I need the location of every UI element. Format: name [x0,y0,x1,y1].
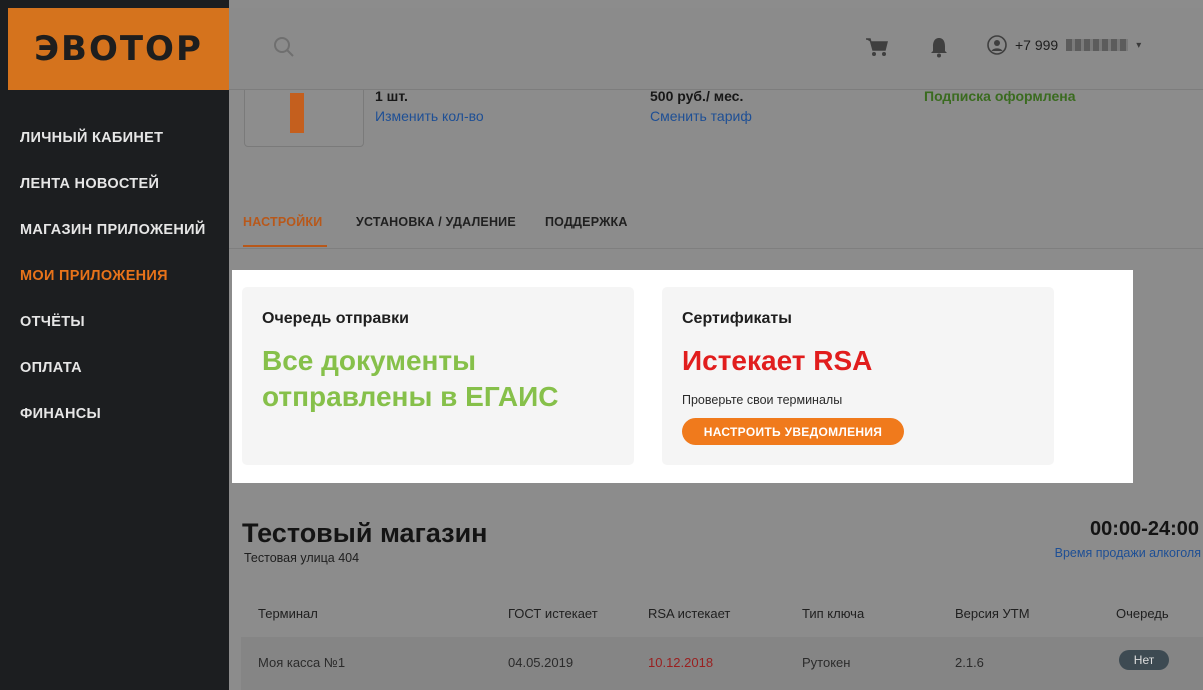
alcohol-sales-time-link[interactable]: Время продажи алкоголя [1055,546,1201,560]
column-header-utm-version: Версия УТМ [955,606,1030,621]
sidebar-item-payment[interactable]: ОПЛАТА [0,348,229,394]
user-circle-icon [987,35,1007,55]
sidebar-item-reports[interactable]: ОТЧЁТЫ [0,302,229,348]
certificates-card-title: Сертификаты [682,310,792,327]
column-header-gost-expires: ГОСТ истекает [508,606,598,621]
store-name: Тестовый магазин [242,518,488,548]
subscription-status: Подписка оформлена [924,88,1076,104]
app-logo-icon [290,93,304,133]
column-header-terminal: Терминал [258,606,318,621]
cell-gost-expires: 04.05.2019 [508,655,574,670]
queue-card-title: Очередь отправки [262,310,409,327]
main-content: 1 шт. Изменить кол-во 500 руб./ мес. Сме… [229,0,1203,690]
queue-status-badge: Нет [1119,650,1169,670]
certificates-card: Сертификаты Истекает RSA Проверьте свои … [662,287,1054,465]
store-address: Тестовая улица 404 [244,551,360,565]
sidebar-item-personal-account[interactable]: ЛИЧНЫЙ КАБИНЕТ [0,118,229,164]
change-tariff-link[interactable]: Сменить тариф [650,108,752,124]
change-quantity-link[interactable]: Изменить кол-во [375,108,484,124]
search-icon[interactable] [273,36,295,58]
certificates-status: Истекает RSA [682,345,873,376]
cell-key-type: Рутокен [802,655,851,670]
queue-status-line2: отправлены в ЕГАИС [262,381,559,412]
cart-icon[interactable] [865,36,889,58]
cell-terminal: Моя касса №1 [258,655,346,670]
configure-notifications-button[interactable]: НАСТРОИТЬ УВЕДОМЛЕНИЯ [682,418,904,445]
queue-status-line1: Все документы [262,345,477,376]
sidebar-item-app-store[interactable]: МАГАЗИН ПРИЛОЖЕНИЙ [0,210,229,256]
queue-card: Очередь отправки Все документы отправлен… [242,287,634,465]
sidebar-item-news-feed[interactable]: ЛЕНТА НОВОСТЕЙ [0,164,229,210]
phone-redacted [1066,39,1129,51]
tab-install-uninstall[interactable]: УСТАНОВКА / УДАЛЕНИЕ [356,215,516,229]
store-hours: 00:00-24:00 [1090,518,1199,540]
cell-utm-version: 2.1.6 [955,655,984,670]
price-value: 500 руб./ мес. [650,88,744,104]
quantity-value: 1 шт. [375,88,408,104]
logo[interactable]: ЭВОТОР [8,8,229,90]
top-bar: +7 999 ▾ [229,8,1203,90]
bell-icon[interactable] [929,36,949,58]
certificates-hint: Проверьте свои терминалы [682,393,843,407]
quantity-block: 1 шт. Изменить кол-во [375,88,484,124]
logo-text: ЭВОТОР [34,29,203,69]
tab-support[interactable]: ПОДДЕРЖКА [545,215,628,229]
column-header-rsa-expires: RSA истекает [648,606,731,621]
account-phone: +7 999 [1015,37,1059,53]
column-header-queue: Очередь [1116,606,1169,621]
sidebar: ЭВОТОР ЛИЧНЫЙ КАБИНЕТ ЛЕНТА НОВОСТЕЙ МАГ… [0,0,229,690]
tab-settings[interactable]: НАСТРОЙКИ [243,215,322,229]
column-header-key-type: Тип ключа [802,606,865,621]
status-cards-panel: Очередь отправки Все документы отправлен… [232,270,1133,483]
table-row[interactable] [241,637,1203,690]
tariff-block: 500 руб./ мес. Сменить тариф [650,88,752,124]
subscription-block: Подписка оформлена [924,88,1075,104]
app-tabs: НАСТРОЙКИ УСТАНОВКА / УДАЛЕНИЕ ПОДДЕРЖКА [229,205,1203,249]
active-tab-indicator [243,245,327,247]
account-menu[interactable]: +7 999 ▾ [987,35,1141,55]
sidebar-nav: ЛИЧНЫЙ КАБИНЕТ ЛЕНТА НОВОСТЕЙ МАГАЗИН ПР… [0,118,229,440]
cell-rsa-expires: 10.12.2018 [648,655,714,670]
sidebar-item-finance[interactable]: ФИНАНСЫ [0,394,229,440]
queue-status: Все документы отправлены в ЕГАИС [262,343,559,415]
sidebar-item-my-apps[interactable]: МОИ ПРИЛОЖЕНИЯ [0,256,229,302]
chevron-down-icon: ▾ [1136,39,1142,51]
